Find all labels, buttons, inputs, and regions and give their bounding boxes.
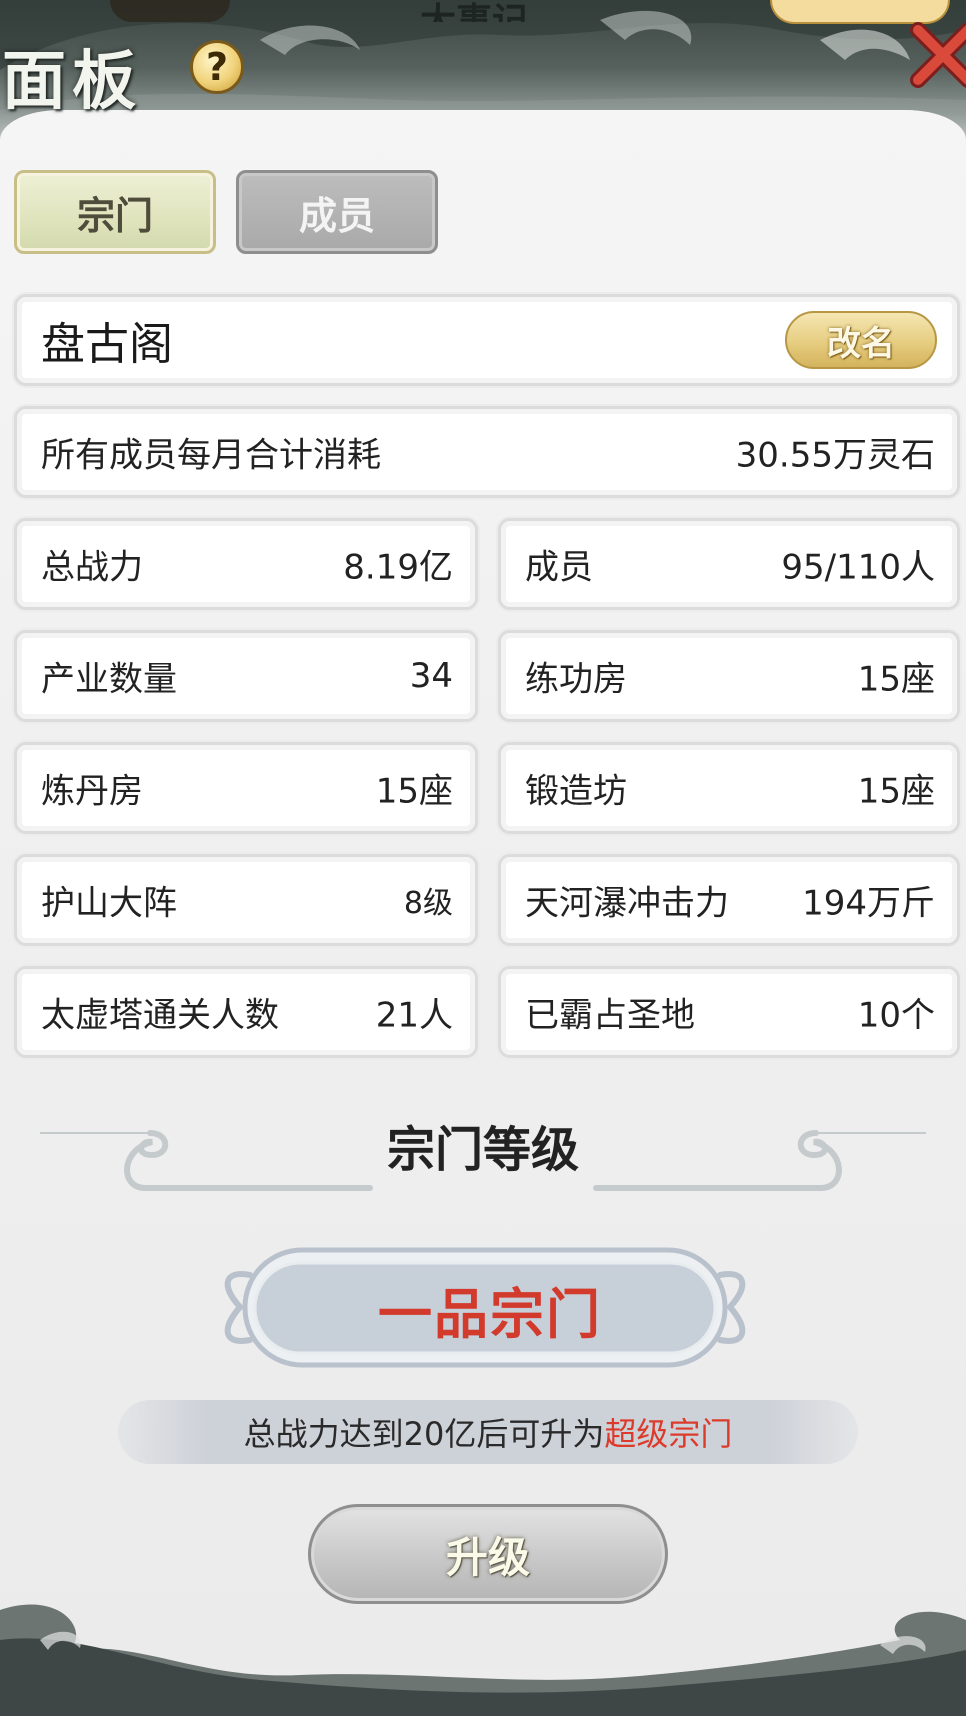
stat-tower-clears: 太虚塔通关人数 21人 — [14, 966, 478, 1058]
stat-members: 成员 95/110人 — [498, 518, 960, 610]
level-heading: 宗门等级 — [386, 1122, 579, 1178]
rename-button[interactable]: 改名 — [785, 311, 937, 369]
stat-value: 21人 — [375, 995, 453, 1036]
current-level: 一品宗门 — [378, 1282, 602, 1346]
bottom-cloud-decoration — [0, 1604, 966, 1716]
stat-label: 成员 — [525, 547, 593, 588]
stat-alchemy-room: 炼丹房 15座 — [14, 742, 478, 834]
top-clipped-element — [110, 0, 230, 22]
stat-value: 10个 — [857, 995, 935, 1036]
stat-value: 8.19亿 — [343, 547, 453, 588]
stat-waterfall-impact: 天河瀑冲击力 194万斤 — [498, 854, 960, 946]
stat-label: 产业数量 — [41, 659, 177, 700]
top-clipped-title: 大事记 — [420, 1, 529, 22]
stat-value: 15座 — [375, 771, 453, 812]
stat-value: 194万斤 — [802, 883, 935, 924]
stat-label: 总战力 — [41, 547, 143, 588]
stat-forge: 锻造坊 15座 — [498, 742, 960, 834]
sect-name: 盘古阁 — [41, 319, 173, 370]
help-icon[interactable]: ? — [190, 40, 244, 94]
hint-target: 超级宗门 — [604, 1415, 733, 1453]
stat-label: 太虚塔通关人数 — [41, 995, 279, 1036]
stat-value: 95/110人 — [781, 547, 935, 588]
consumption-box: 所有成员每月合计消耗 30.55万灵石 — [14, 406, 960, 498]
stat-label: 天河瀑冲击力 — [525, 883, 729, 924]
stat-value: 15座 — [857, 659, 935, 700]
upgrade-hint: 总战力达到20亿后可升为 超级宗门 — [118, 1400, 858, 1464]
stat-value: 8级 — [403, 886, 453, 921]
stat-value: 15座 — [857, 771, 935, 812]
stat-label: 炼丹房 — [41, 771, 143, 812]
stat-mountain-array: 护山大阵 8级 — [14, 854, 478, 946]
panel-title: 面板 — [2, 44, 142, 119]
stat-holy-lands: 已霸占圣地 10个 — [498, 966, 960, 1058]
consumption-value: 30.55万灵石 — [735, 435, 935, 476]
stat-label: 锻造坊 — [525, 771, 627, 812]
stat-label: 护山大阵 — [41, 883, 177, 924]
consumption-label: 所有成员每月合计消耗 — [41, 435, 381, 476]
tab-members[interactable]: 成员 — [236, 170, 438, 254]
tab-sect[interactable]: 宗门 — [14, 170, 216, 254]
stat-value: 34 — [409, 656, 453, 696]
stat-training-room: 练功房 15座 — [498, 630, 960, 722]
close-icon[interactable] — [908, 20, 966, 90]
stat-industry-count: 产业数量 34 — [14, 630, 478, 722]
stat-total-power: 总战力 8.19亿 — [14, 518, 478, 610]
sect-name-box: 盘古阁 改名 — [14, 294, 960, 386]
hint-text: 总战力达到20亿后可升为 — [243, 1415, 605, 1453]
stat-label: 已霸占圣地 — [525, 995, 695, 1036]
stat-label: 练功房 — [525, 659, 627, 700]
